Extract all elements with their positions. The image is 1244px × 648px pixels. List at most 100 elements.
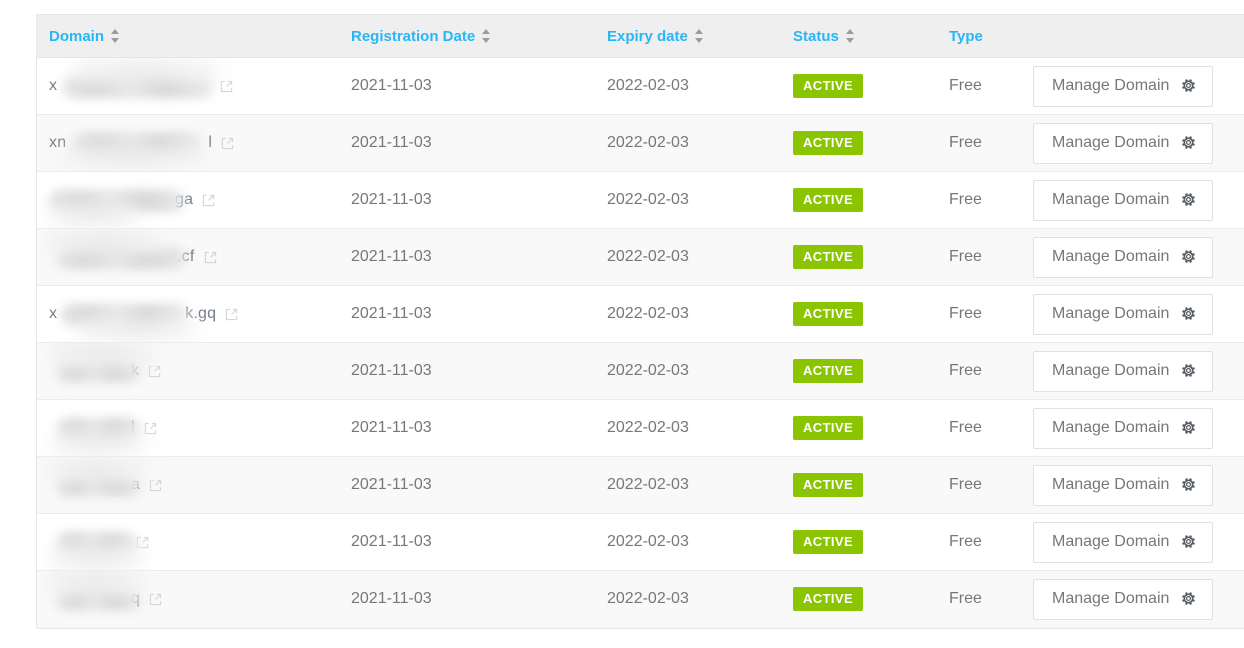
action-cell: Manage Domain xyxy=(1021,114,1244,172)
column-header-status-label: Status xyxy=(793,27,839,45)
column-header-type: Type xyxy=(937,15,1021,58)
type-cell: Free xyxy=(937,285,1021,343)
column-header-expiry-date[interactable]: Expiry date xyxy=(595,15,781,58)
domain-cell: xn l xyxy=(37,114,339,172)
gear-icon xyxy=(1181,591,1196,606)
action-cell: Manage Domain xyxy=(1021,456,1244,514)
status-cell: ACTIVE xyxy=(781,342,937,400)
domain-suffix: l xyxy=(131,419,135,436)
external-link-icon[interactable] xyxy=(143,421,158,436)
external-link-icon[interactable] xyxy=(220,136,235,151)
type-cell: Free xyxy=(937,57,1021,115)
gear-icon xyxy=(1181,135,1196,150)
column-header-status[interactable]: Status xyxy=(781,15,937,58)
registration-date-cell: 2021-11-03 xyxy=(339,114,595,172)
domain-name[interactable]: xn l xyxy=(49,134,212,152)
table-row: l 2021-11-03 2022-02-03 ACTIVE Free Manage Do… xyxy=(37,399,1244,457)
column-header-expiry-date-label: Expiry date xyxy=(607,27,688,45)
external-link-icon[interactable] xyxy=(203,250,218,265)
status-cell: ACTIVE xyxy=(781,114,937,172)
manage-domain-button[interactable]: Manage Domain xyxy=(1033,350,1214,392)
domain-name[interactable]: q xyxy=(49,590,140,608)
expiry-date-cell: 2022-02-03 xyxy=(607,590,689,608)
domain-cell: k xyxy=(37,342,339,400)
domain-suffix: k.gq xyxy=(185,305,217,322)
domain-name[interactable]: x xyxy=(49,77,211,95)
type-cell: Free xyxy=(937,456,1021,514)
manage-domain-label: Manage Domain xyxy=(1052,190,1170,208)
status-cell: ACTIVE xyxy=(781,57,937,115)
status-badge: ACTIVE xyxy=(793,74,864,98)
external-link-icon[interactable] xyxy=(219,79,234,94)
domain-cell: q xyxy=(37,570,339,628)
external-link-icon[interactable] xyxy=(148,478,163,493)
domain-name[interactable]: k xyxy=(49,362,139,380)
manage-domain-label: Manage Domain xyxy=(1052,532,1170,550)
expiry-date-cell: 2022-02-03 xyxy=(595,114,781,172)
registration-date-cell: 2021-11-03 xyxy=(351,590,432,608)
action-cell: Manage Domain xyxy=(1021,513,1244,571)
manage-domain-label: Manage Domain xyxy=(1052,133,1170,151)
status-cell: ACTIVE xyxy=(781,456,937,514)
domain-name[interactable]: .cf xyxy=(49,248,195,266)
domain-suffix: q xyxy=(131,590,141,608)
manage-domain-button[interactable]: Manage Domain xyxy=(1033,122,1214,164)
expiry-date-cell: 2022-02-03 xyxy=(595,399,781,457)
expiry-date-cell: 2022-02-03 xyxy=(595,513,781,571)
type-cell: Free xyxy=(937,171,1021,229)
domain-name[interactable]: ga xyxy=(49,191,193,209)
domain-name[interactable] xyxy=(49,533,127,551)
domains-table-panel: Domain Registration Date Expiry date Sta… xyxy=(36,14,1244,629)
registration-date-cell: 2021-11-03 xyxy=(339,57,595,115)
status-cell: ACTIVE xyxy=(781,285,937,343)
column-header-actions xyxy=(1021,15,1244,58)
manage-domain-button[interactable]: Manage Domain xyxy=(1033,464,1214,506)
manage-domain-button[interactable]: Manage Domain xyxy=(1033,65,1214,107)
manage-domain-button[interactable]: Manage Domain xyxy=(1033,179,1214,221)
external-link-icon[interactable] xyxy=(135,535,150,550)
registration-date-cell: 2021-11-03 xyxy=(339,513,595,571)
sort-icon[interactable] xyxy=(845,29,855,43)
manage-domain-button[interactable]: Manage Domain xyxy=(1033,578,1214,620)
expiry-date-cell: 2022-02-03 xyxy=(595,171,781,229)
status-badge: ACTIVE xyxy=(793,530,864,554)
status-badge: ACTIVE xyxy=(793,302,864,326)
domain-suffix: .cf xyxy=(177,248,195,265)
manage-domain-button[interactable]: Manage Domain xyxy=(1033,407,1214,449)
action-cell: Manage Domain xyxy=(1021,57,1244,115)
status-badge: ACTIVE xyxy=(793,188,864,212)
type-cell: Free xyxy=(937,114,1021,172)
domain-name[interactable]: a xyxy=(49,476,140,494)
status-badge: ACTIVE xyxy=(793,359,864,383)
manage-domain-label: Manage Domain xyxy=(1052,475,1170,493)
external-link-icon[interactable] xyxy=(147,364,162,379)
external-link-icon[interactable] xyxy=(224,307,239,322)
expiry-date-cell: 2022-02-03 xyxy=(595,285,781,343)
gear-icon xyxy=(1181,306,1196,321)
table-row: 2021-11-03 2022-02-03 ACTIVE Free Manage Dom… xyxy=(37,513,1244,571)
manage-domain-button[interactable]: Manage Domain xyxy=(1033,521,1214,563)
external-link-icon[interactable] xyxy=(148,592,163,607)
domain-cell xyxy=(37,513,339,571)
domain-suffix: k xyxy=(131,362,140,379)
manage-domain-button[interactable]: Manage Domain xyxy=(1033,293,1214,335)
action-cell: Manage Domain xyxy=(1021,571,1244,628)
domain-name[interactable]: x k.gq xyxy=(49,305,216,323)
expiry-date-cell: 2022-02-03 xyxy=(595,456,781,514)
domain-name[interactable]: l xyxy=(49,419,135,437)
expiry-date-cell: 2022-02-03 xyxy=(595,342,781,400)
column-header-domain[interactable]: Domain xyxy=(37,15,339,58)
domain-cell: x k.gq xyxy=(37,285,339,343)
table-row: x 2021-11-03 2022-02-03 ACTIVE Free Manage Do… xyxy=(37,57,1244,115)
manage-domain-label: Manage Domain xyxy=(1052,361,1170,379)
sort-icon[interactable] xyxy=(482,29,491,43)
sort-icon[interactable] xyxy=(111,29,120,43)
manage-domain-button[interactable]: Manage Domain xyxy=(1033,236,1214,278)
type-cell: Free xyxy=(937,342,1021,400)
column-header-type-label: Type xyxy=(949,27,983,45)
external-link-icon[interactable] xyxy=(201,193,216,208)
gear-icon xyxy=(1181,477,1196,492)
sort-icon[interactable] xyxy=(694,29,704,43)
column-header-registration-date[interactable]: Registration Date xyxy=(339,15,595,58)
status-cell: ACTIVE xyxy=(781,571,937,628)
